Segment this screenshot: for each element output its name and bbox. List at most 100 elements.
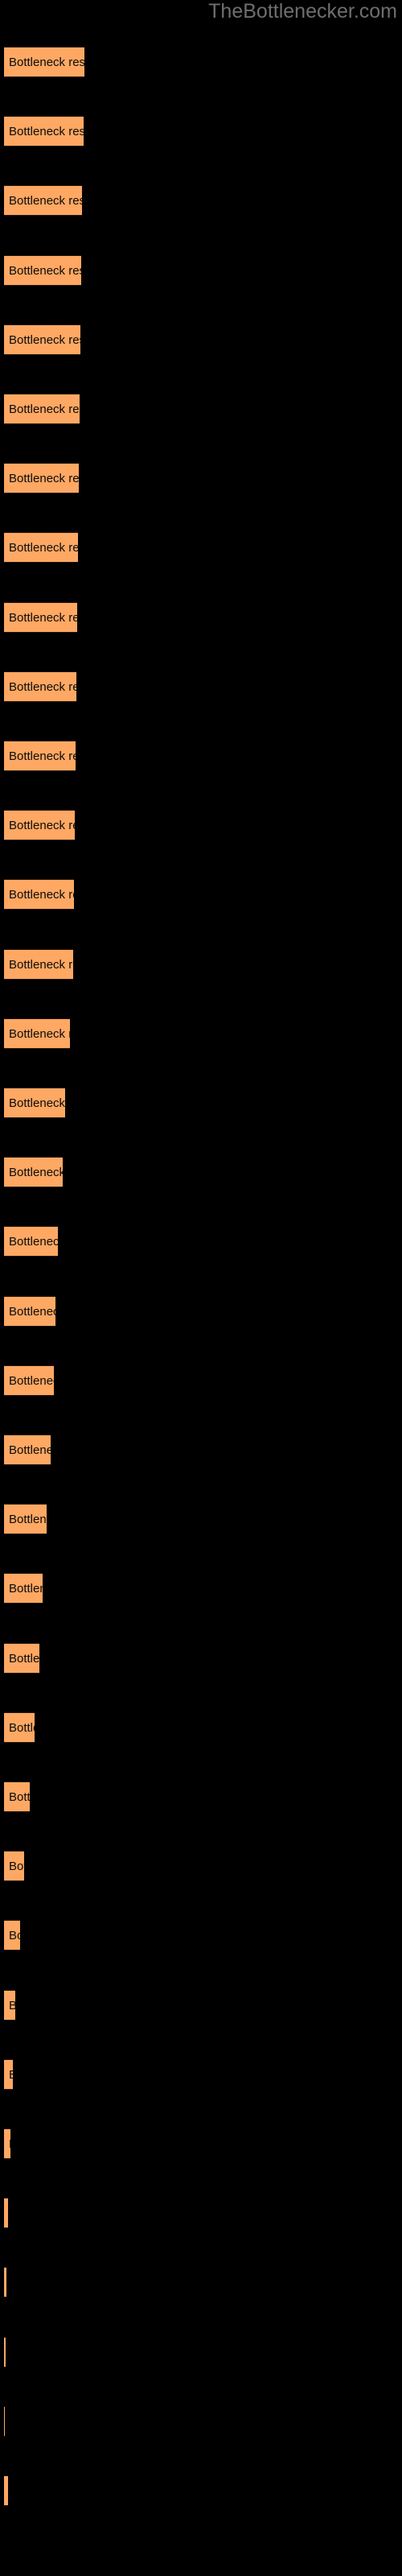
bar[interactable]: Bottleneck result (4, 2267, 6, 2298)
bar-row: Bottleneck result (0, 2198, 402, 2229)
bar-row: Bottleneck result (0, 2128, 402, 2159)
bar-label: Bottleneck result (9, 610, 77, 625)
bar-row: Bottleneck result (0, 116, 402, 147)
bar-label: Bottleneck result (9, 56, 84, 69)
bar-label: Bottleneck result (9, 2129, 10, 2158)
bar-row: Bottleneck result (0, 1295, 402, 1327)
bar-label: Bottleneck result (9, 541, 78, 555)
bar-label: Bottleneck result (9, 332, 80, 347)
bar[interactable]: Bottleneck result (4, 1920, 20, 1951)
bar[interactable]: Bottleneck result (4, 1989, 15, 2021)
bar-row: Bottleneck result (0, 1088, 402, 1118)
bar-row: Bottleneck result (0, 394, 402, 424)
bar-label: Bottleneck result (9, 125, 84, 139)
bar[interactable]: Bottleneck result (4, 2058, 13, 2090)
bar-label: Bottleneck result (9, 1026, 70, 1041)
bar-row: Bottleneck result (0, 1504, 402, 1535)
bar-label: Bottleneck result (9, 1790, 30, 1804)
bar[interactable]: Bottleneck result (4, 2336, 6, 2368)
bar-row: Bottleneck result (0, 879, 402, 910)
bar[interactable]: Bottleneck result (4, 254, 81, 286)
plot-area: Bottleneck result Bottleneck result Bottle… (0, 0, 402, 2576)
bar[interactable]: Bottleneck result (4, 741, 76, 771)
bar-row: Bottleneck result (0, 463, 402, 494)
bar-row: Bottleneck result (0, 47, 402, 77)
bar[interactable]: Bottleneck result (4, 1573, 43, 1604)
bar[interactable]: Bottleneck result (4, 1851, 24, 1882)
bar[interactable]: Bottleneck result (4, 1018, 70, 1049)
bar-label: Bottleneck result (9, 1720, 35, 1735)
bar-row: Bottleneck result (0, 1018, 402, 1049)
bar-label: Bottleneck result (9, 1651, 39, 1666)
bar-label: Bottleneck result (9, 1991, 15, 2020)
bar-row: Bottleneck result (0, 1920, 402, 1951)
bar-row: Bottleneck result (0, 2267, 402, 2298)
bar-label: Bottleneck result (9, 679, 76, 694)
bar[interactable]: Bottleneck result (4, 601, 77, 633)
bar-row: Bottleneck result (0, 1364, 402, 1396)
bar[interactable]: Bottleneck result (4, 879, 74, 910)
bar[interactable]: Bottleneck result (4, 2128, 10, 2159)
bar-row: Bottleneck result (0, 671, 402, 702)
bar-row: Bottleneck result (0, 185, 402, 217)
bar[interactable]: Bottleneck result (4, 1781, 30, 1812)
bar[interactable]: Bottleneck result (4, 1504, 47, 1535)
bar[interactable]: Bottleneck result (4, 948, 73, 980)
bar[interactable]: Bottleneck result (4, 2405, 5, 2437)
bar-label: Bottleneck result (9, 957, 73, 972)
bottleneck-bar-chart: TheBottlenecker.com Bottleneck resultBot… (0, 0, 402, 2576)
bar[interactable]: Bottleneck result (4, 1711, 35, 1743)
bar-label: Bottleneck result (9, 402, 80, 416)
bar[interactable]: Bottleneck result (4, 47, 84, 77)
bar-row: Bottleneck result (0, 2058, 402, 2090)
bar-row: Bottleneck result (0, 1226, 402, 1257)
bar[interactable]: Bottleneck result (4, 463, 79, 494)
bar-row: Bottleneck result (0, 532, 402, 564)
bar[interactable]: Bottleneck result (4, 1364, 54, 1396)
bar-row: Bottleneck result (0, 2336, 402, 2368)
bar[interactable]: Bottleneck result (4, 1295, 55, 1327)
bar-label: Bottleneck result (9, 2060, 13, 2089)
bar[interactable]: Bottleneck result (4, 394, 80, 424)
bar-row: Bottleneck result (0, 1989, 402, 2021)
bar-row: Bottleneck result (0, 324, 402, 355)
bar-label: Bottleneck result (9, 1235, 58, 1249)
bar-label: Bottleneck result (9, 472, 79, 486)
bar[interactable]: Bottleneck result (4, 1642, 39, 1674)
bar-label: Bottleneck result (9, 1860, 24, 1874)
bar[interactable]: Bottleneck result (4, 1157, 63, 1188)
bar-label: Bottleneck result (9, 1096, 65, 1110)
bar[interactable]: Bottleneck result (4, 116, 84, 147)
bar-row: Bottleneck result (0, 1711, 402, 1743)
bar-label: Bottleneck result (9, 749, 76, 763)
bar-label: Bottleneck result (9, 263, 81, 278)
bar-row: Bottleneck result (0, 1157, 402, 1188)
bar[interactable]: Bottleneck result (4, 810, 75, 841)
bar-row: Bottleneck result (0, 948, 402, 980)
bar-label: Bottleneck result (9, 1166, 63, 1180)
bar-row: Bottleneck result (0, 1781, 402, 1812)
bar-row: Bottleneck result (0, 254, 402, 286)
bar-label: Bottleneck result (9, 1513, 47, 1527)
bar[interactable]: Bottleneck result (4, 1226, 58, 1257)
bar-label: Bottleneck result (9, 1929, 20, 1943)
bar-row: Bottleneck result (0, 810, 402, 841)
bar-label: Bottleneck result (9, 194, 82, 208)
bar[interactable]: Bottleneck result (4, 324, 80, 355)
bar[interactable]: Bottleneck result (4, 1088, 65, 1118)
bar[interactable]: Bottleneck result (4, 2475, 8, 2506)
bar[interactable]: Bottleneck result (4, 1435, 51, 1465)
bar-label: Bottleneck result (9, 1373, 54, 1388)
bar-row: Bottleneck result (0, 1435, 402, 1465)
bar-label: Bottleneck result (9, 1304, 55, 1319)
bar[interactable]: Bottleneck result (4, 185, 82, 217)
bar-row: Bottleneck result (0, 1642, 402, 1674)
bar[interactable]: Bottleneck result (4, 532, 78, 564)
bar[interactable]: Bottleneck result (4, 671, 76, 702)
bar-row: Bottleneck result (0, 1851, 402, 1882)
bar-label: Bottleneck result (9, 888, 74, 902)
bar-row: Bottleneck result (0, 2405, 402, 2437)
bar[interactable]: Bottleneck result (4, 2198, 8, 2229)
bar-row: Bottleneck result (0, 601, 402, 633)
bar-row: Bottleneck result (0, 741, 402, 771)
